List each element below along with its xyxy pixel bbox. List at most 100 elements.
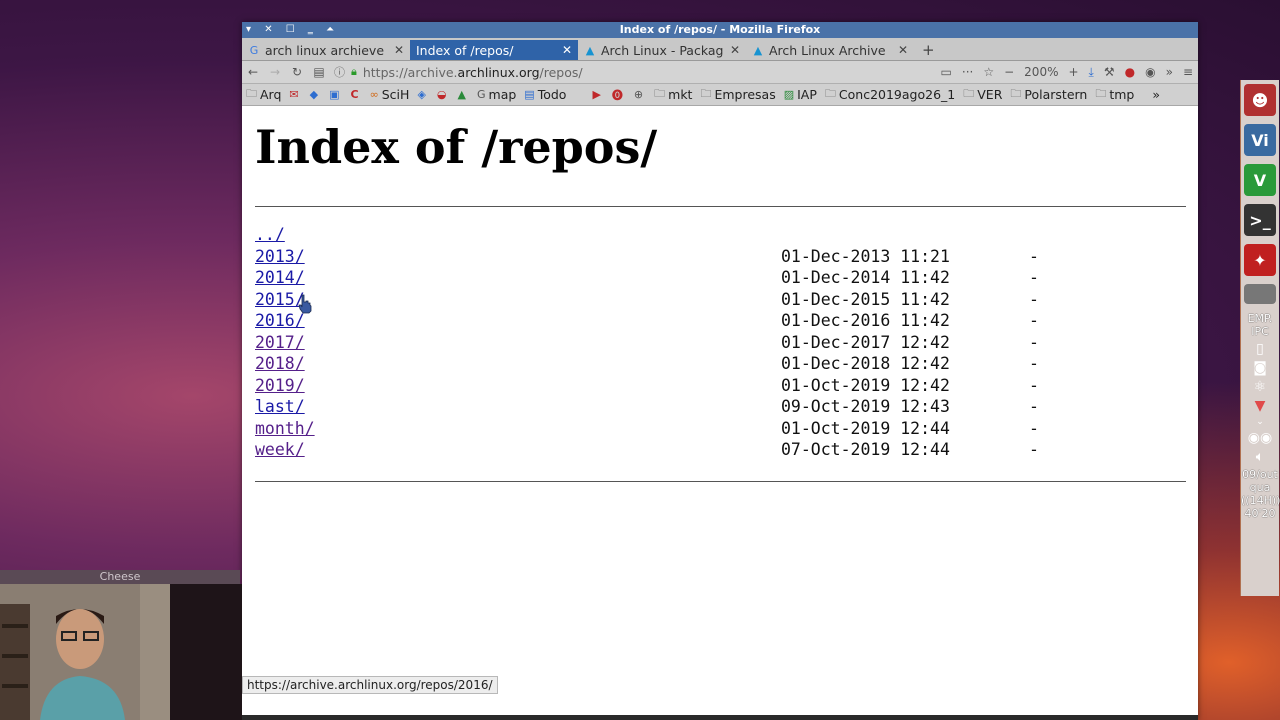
info-icon[interactable]: ⓘ [334, 64, 345, 80]
bookmark-map[interactable]: Gmap [473, 87, 520, 102]
bookmarks-overflow-icon[interactable]: » [1148, 87, 1164, 102]
bookmark-youtube[interactable]: ▶ [588, 88, 607, 101]
bookmark-mkt[interactable]: 🗀 mkt [650, 85, 696, 104]
pocket-icon[interactable]: ▼ [1241, 398, 1279, 414]
gmail-icon: ✉ [289, 88, 299, 101]
entry-link[interactable]: 2018/ [255, 353, 305, 375]
drive-icon: ▲ [457, 88, 466, 101]
bookmark-todo[interactable]: ▤ Todo [520, 87, 570, 102]
overflow-icon[interactable]: » [1161, 65, 1178, 79]
webcam-image [0, 584, 170, 720]
window-controls[interactable]: ▾ ✕ ☐ ‗ ⏶ [246, 22, 339, 38]
new-tab-button[interactable]: + [914, 40, 943, 60]
gvim-icon[interactable]: Vi [1244, 124, 1276, 156]
entry-link[interactable]: month/ [255, 418, 315, 440]
entry-link[interactable]: 2019/ [255, 375, 305, 397]
list-item: 2017/ 01-Dec-2017 12:42 - [255, 332, 1155, 354]
zoom-level[interactable]: 200% [1019, 65, 1063, 79]
menu-icon[interactable]: ≡ [1178, 65, 1198, 79]
bookmark-c[interactable]: C [347, 88, 366, 101]
bookmark-tmp[interactable]: 🗀 tmp [1091, 85, 1138, 104]
reader-view-icon[interactable]: ▭ [936, 65, 957, 79]
divider [255, 206, 1186, 207]
bookmark-drive[interactable]: ▲ [454, 88, 473, 101]
bookmark-polarstern[interactable]: 🗀 Polarstern [1006, 85, 1091, 104]
atom-icon[interactable]: ⚛ [1241, 379, 1279, 395]
vim-icon[interactable]: V [1244, 164, 1276, 196]
close-icon[interactable]: ✕ [562, 43, 572, 57]
entry-link[interactable]: 2014/ [255, 267, 305, 289]
list-item: 2018/ 01-Dec-2018 12:42 - [255, 353, 1155, 375]
doc-icon: ▤ [524, 88, 535, 101]
bookmark-gmail[interactable]: ✉ [285, 88, 305, 101]
extension-icon[interactable]: ● [1120, 65, 1140, 79]
scih-icon: ∞ [369, 88, 379, 101]
bookmark-conc[interactable]: 🗀 Conc2019ago26_1 [821, 85, 959, 104]
entry-link[interactable]: 2013/ [255, 246, 305, 268]
tab-arch-linux-packages[interactable]: ▲ Arch Linux - Packag ✕ [578, 40, 746, 60]
entry-size: - [1029, 354, 1039, 373]
game-icon[interactable]: ☻ [1244, 84, 1276, 116]
url-path: /repos/ [539, 64, 583, 80]
bookmark-ver[interactable]: 🗀 VER [959, 85, 1006, 104]
reload-button[interactable]: ↻ [286, 65, 308, 79]
list-item: 2015/ 01-Dec-2015 11:42 - [255, 289, 1155, 311]
entry-link[interactable]: week/ [255, 439, 305, 461]
url-prefix: https://archive. [362, 64, 458, 80]
camera-icon[interactable]: ◙ [1241, 360, 1279, 376]
sidebar-button[interactable]: ▤ [308, 65, 330, 79]
page-actions-icon[interactable]: ··· [957, 65, 978, 79]
folder-icon: 🗀 [246, 87, 257, 100]
entry-link[interactable]: 2017/ [255, 332, 305, 354]
dock-label: IPC [1251, 325, 1269, 338]
close-icon[interactable]: ✕ [898, 43, 908, 57]
clipboard-icon[interactable]: ▯ [1241, 341, 1279, 357]
tab-arch-linux-archieve[interactable]: G arch linux archieve ✕ [242, 40, 410, 60]
bookmark-label: map [488, 87, 517, 102]
entry-size: - [1029, 332, 1039, 352]
back-button[interactable]: ← [242, 65, 264, 79]
forward-button[interactable]: → [264, 65, 286, 79]
tab-arch-linux-archive[interactable]: ▲ Arch Linux Archive ✕ [746, 40, 914, 60]
entry-link[interactable]: ../ [255, 224, 285, 246]
bookmark-scih[interactable]: ∞ SciH [366, 87, 414, 102]
close-icon[interactable]: ✕ [394, 43, 404, 57]
tab-label: Index of /repos/ [416, 42, 514, 58]
bookmark-label: Arq [260, 87, 282, 102]
directory-listing: ../ 2013/ 01-Dec-2013 11:21 - 2014/ 01-D… [255, 224, 1155, 461]
arch-icon: ▲ [585, 43, 595, 57]
bookmark-arq[interactable]: 🗀 Arq [242, 85, 285, 104]
bookmark-python[interactable]: ◆ [306, 88, 325, 101]
close-icon[interactable]: ✕ [730, 43, 740, 57]
window-icon[interactable] [1244, 284, 1276, 304]
bookmark-iap[interactable]: ▨ IAP [780, 87, 821, 102]
terminal-icon[interactable]: >_ [1244, 204, 1276, 236]
tab-index-of-repos[interactable]: Index of /repos/ ✕ [410, 40, 578, 60]
tab-label: Arch Linux - Packag [601, 42, 724, 58]
lock-icon[interactable]: 🔒︎ [351, 65, 357, 79]
bookmark-star-icon[interactable]: ☆ [978, 65, 999, 79]
url-bar[interactable]: ⓘ 🔒︎ https://archive. archlinux.org/repos… [330, 63, 936, 81]
download-icon[interactable]: ⤓ [1084, 65, 1099, 80]
cheese-titlebar[interactable]: Cheese [0, 570, 240, 584]
chevron-down-icon[interactable]: ⌄ [1241, 417, 1279, 427]
entry-link[interactable]: last/ [255, 396, 305, 418]
bookmark-bird[interactable]: ◈ [413, 88, 432, 101]
firefox-window: ▾ ✕ ☐ ‗ ⏶ Index of /repos/ - Mozilla Fir… [242, 22, 1198, 720]
bookmark-pinterest[interactable]: ⓿ [608, 87, 630, 103]
eyes-icon[interactable]: ◉◉ [1241, 430, 1279, 446]
zoom-out-button[interactable]: − [999, 65, 1019, 79]
bookmark-globe[interactable]: ⊕ [630, 88, 650, 101]
bookmark-empresas[interactable]: 🗀 Empresas [696, 85, 779, 104]
zoom-in-button[interactable]: + [1063, 65, 1083, 79]
bookmark-map-pin[interactable]: ◒ [433, 88, 454, 101]
bird-icon: ◈ [417, 88, 426, 101]
bookmark-box[interactable]: ▣ [325, 88, 346, 101]
bookmark-label: Empresas [714, 87, 776, 102]
volume-icon[interactable]: 🔈︎ [1241, 449, 1279, 465]
map-pin-icon: ◒ [436, 88, 447, 101]
c-icon: C [350, 88, 359, 101]
app-icon[interactable]: ✦ [1244, 244, 1276, 276]
wrench-icon[interactable]: ⚒ [1099, 65, 1120, 79]
addon-icon[interactable]: ◉ [1140, 65, 1160, 79]
